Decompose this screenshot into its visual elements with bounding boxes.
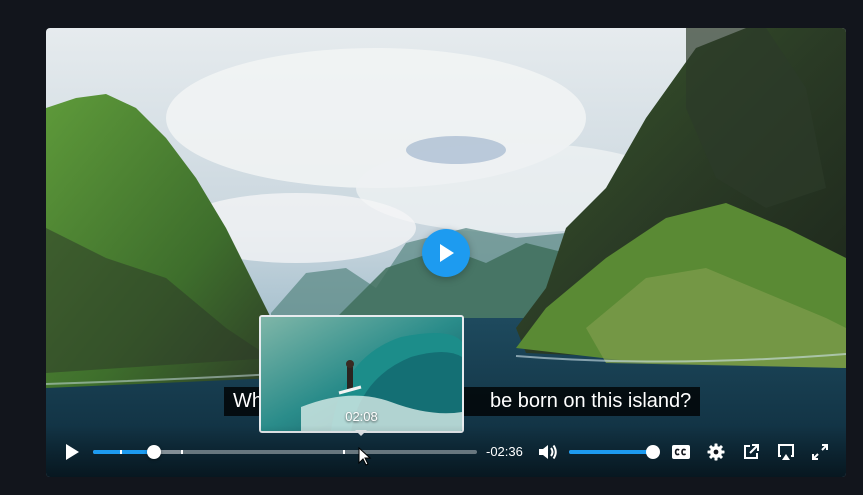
airplay-button[interactable] [776,442,796,462]
volume-icon [539,444,557,460]
captions-icon [672,445,690,459]
fullscreen-button[interactable] [810,442,830,462]
chapter-marker [181,450,184,454]
volume-handle[interactable] [646,445,660,459]
mute-button[interactable] [537,442,559,462]
time-remaining: -02:36 [486,444,523,459]
chapter-marker [119,450,122,454]
progress-bar[interactable] [93,445,477,459]
captions-button[interactable] [671,443,691,461]
volume-level [569,450,653,454]
gear-icon [707,443,725,461]
video-player[interactable]: Wh be born on this island? 02:08 -02:36 [46,28,846,477]
popout-button[interactable] [741,442,761,462]
fullscreen-icon [812,444,828,460]
airplay-icon [778,444,794,460]
scrub-preview-thumbnail: 02:08 [259,315,464,433]
preview-timestamp: 02:08 [345,409,378,424]
chapter-marker [342,450,345,454]
mouse-cursor-icon [358,447,372,466]
play-icon [66,444,79,460]
external-link-icon [744,444,759,459]
played-range [93,450,155,454]
play-button[interactable] [62,442,82,462]
settings-button[interactable] [706,442,726,462]
caption-text-end: be born on this island? [490,390,692,412]
big-play-button[interactable] [422,229,470,277]
play-icon [440,244,454,262]
volume-slider[interactable] [569,445,660,459]
